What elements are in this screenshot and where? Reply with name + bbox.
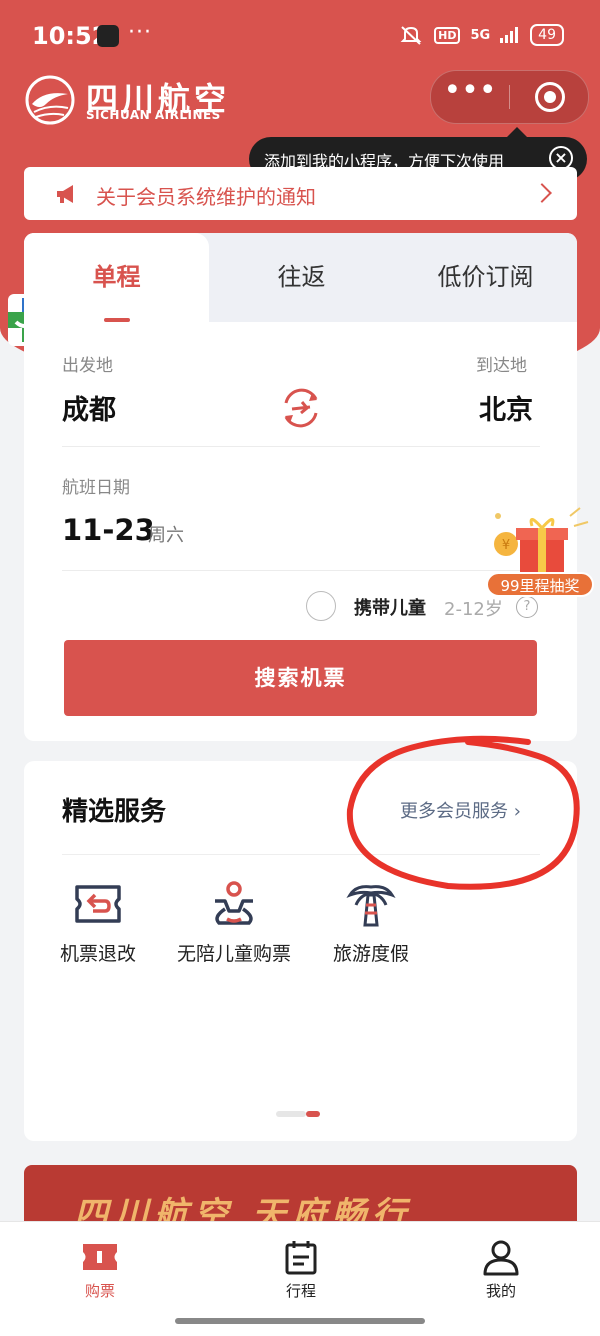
notice-bar[interactable]: 关于会员系统维护的通知 — [24, 167, 577, 220]
trip-type-tabs: 单程 往返 低价订阅 — [24, 233, 577, 322]
service-label: 旅游度假 — [332, 943, 409, 965]
tab-low-price-subscribe[interactable]: 低价订阅 — [394, 233, 577, 322]
chevron-right-icon — [532, 183, 552, 203]
lottery-tag: 99里程抽奖 — [486, 572, 594, 597]
date-label: 航班日期 — [62, 478, 130, 498]
gift-box-icon: ¥ — [494, 507, 589, 572]
capsule-divider — [509, 85, 510, 109]
origin-city[interactable]: 成都 — [62, 388, 116, 427]
battery-indicator: 49 — [530, 24, 564, 46]
network-label: 5G — [470, 27, 491, 43]
nav-buy-ticket[interactable]: 购票 — [50, 1238, 150, 1301]
hd-badge: HD — [434, 26, 461, 44]
miniprogram-capsule: ••• — [430, 70, 589, 124]
promo-banner[interactable]: 四川航空 天府畅行 — [24, 1165, 577, 1225]
brand-name-en: SICHUAN AIRLINES — [86, 108, 221, 122]
nav-itinerary[interactable]: 行程 — [251, 1238, 351, 1301]
airline-emblem-icon — [25, 75, 75, 125]
booking-card: 单程 往返 低价订阅 出发地 成都 到达地 北京 航班日期 11-23 周六 携… — [24, 233, 577, 741]
ticket-refund-icon — [75, 885, 121, 923]
status-bar: 10:52 ··· HD 5G 49 — [0, 0, 600, 72]
flight-date[interactable]: 11-23 — [62, 513, 155, 547]
service-travel-vacation[interactable]: 旅游度假 — [301, 879, 441, 969]
divider — [62, 446, 540, 447]
tab-one-way[interactable]: 单程 — [24, 233, 209, 322]
destination-label: 到达地 — [476, 356, 527, 376]
brand-logo: 四川航空 SICHUAN AIRLINES — [24, 74, 244, 126]
more-menu-button[interactable]: ••• — [431, 71, 509, 123]
pager-dot — [276, 1111, 306, 1117]
search-flights-button[interactable]: 搜索机票 — [64, 640, 537, 716]
swap-cities-icon[interactable] — [278, 385, 324, 431]
origin-label: 出发地 — [62, 356, 113, 376]
service-unaccompanied-child[interactable]: 无陪儿童购票 — [164, 879, 304, 969]
nav-label: 我的 — [485, 1282, 516, 1300]
banner-text: 四川航空 天府畅行 — [74, 1195, 412, 1225]
recorder-icon — [97, 25, 119, 47]
status-icons: HD 5G 49 — [398, 24, 564, 46]
nav-label: 行程 — [285, 1282, 316, 1300]
carousel-pager — [276, 1111, 320, 1117]
signal-icon — [500, 27, 519, 43]
mute-icon — [400, 26, 422, 45]
child-checkbox[interactable] — [306, 591, 336, 621]
close-miniprogram-icon[interactable] — [535, 82, 565, 112]
user-icon — [483, 1240, 519, 1276]
more-member-services-link[interactable]: 更多会员服务 › — [400, 797, 521, 823]
destination-city[interactable]: 北京 — [479, 388, 533, 427]
ticket-icon — [83, 1244, 117, 1270]
pager-dot-active — [306, 1111, 320, 1117]
featured-services-card: 精选服务 更多会员服务 › 机票退改 无陪儿童购票 旅游度假 — [24, 761, 577, 1141]
megaphone-icon — [57, 185, 73, 203]
mileage-lottery-widget[interactable]: ¥ 99里程抽奖 — [484, 502, 598, 602]
nav-profile[interactable]: 我的 — [451, 1238, 551, 1301]
flight-weekday: 周六 — [148, 525, 184, 546]
service-label: 机票退改 — [59, 943, 136, 965]
divider — [62, 570, 540, 571]
palm-tree-icon — [346, 885, 396, 927]
svg-text:¥: ¥ — [502, 538, 510, 553]
child-label: 携带儿童 — [354, 598, 426, 619]
status-more-dots: ··· — [128, 20, 152, 45]
unaccompanied-child-icon — [215, 881, 253, 925]
notice-text: 关于会员系统维护的通知 — [96, 185, 316, 209]
service-label: 无陪儿童购票 — [176, 943, 291, 965]
tab-round-trip[interactable]: 往返 — [209, 233, 394, 322]
service-ticket-refund[interactable]: 机票退改 — [28, 879, 168, 969]
divider — [62, 854, 540, 855]
services-title: 精选服务 — [62, 797, 167, 827]
active-tab-indicator — [104, 318, 130, 322]
home-indicator[interactable] — [175, 1318, 425, 1324]
nav-label: 购票 — [84, 1282, 115, 1300]
itinerary-icon — [285, 1241, 317, 1275]
